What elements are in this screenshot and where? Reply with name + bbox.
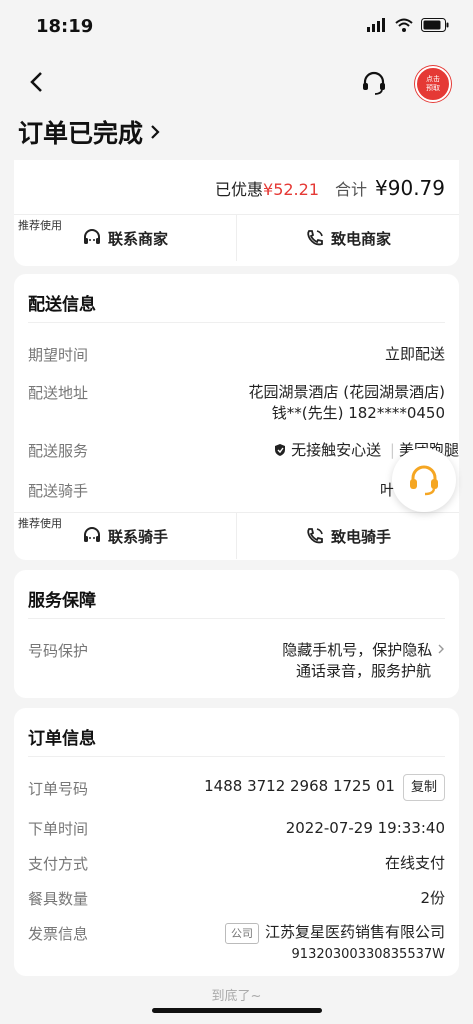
headset-icon	[410, 465, 438, 496]
phone-icon	[307, 528, 323, 544]
pay-method-value: 在线支付	[384, 854, 445, 872]
signal-icon	[367, 18, 385, 32]
chevron-right-icon	[438, 644, 444, 654]
number-protect-label: 号码保护	[28, 642, 89, 660]
address-line2: 钱**(先生) 182****0450	[271, 404, 445, 422]
service-label: 配送服务	[28, 442, 89, 460]
address-label: 配送地址	[28, 384, 89, 402]
address-value: 花园湖景酒店 (花园湖景酒店) 钱**(先生) 182****0450	[249, 382, 445, 424]
promo-badge-button[interactable]: 点击 预取	[415, 66, 451, 102]
invoice-tag: 公司	[224, 923, 259, 944]
call-rider-label: 致电骑手	[330, 527, 391, 546]
phone-icon	[307, 230, 323, 246]
protect-line1: 隐藏手机号，保护隐私	[282, 641, 433, 659]
address-line1: 花园湖景酒店 (花园湖景酒店)	[248, 383, 445, 401]
order-title: 订单信息	[28, 729, 96, 749]
order-no-value-group: 1488 3712 2968 1725 01 复制	[204, 774, 445, 801]
floating-support-button[interactable]	[392, 448, 456, 512]
chevron-right-icon	[151, 125, 160, 139]
guarantee-card: 服务保障 号码保护 隐藏手机号，保护隐私 通话录音，服务护航	[14, 570, 459, 698]
total-label: 合计	[335, 180, 368, 199]
battery-icon	[421, 18, 449, 32]
order-no-value: 1488 3712 2968 1725 01	[204, 777, 395, 795]
discount-label: 已优惠	[215, 180, 264, 199]
number-protect-value: 隐藏手机号，保护隐私 通话录音，服务护航	[282, 640, 445, 682]
protect-line2: 通话录音，服务护航	[295, 662, 431, 680]
back-arrow-icon[interactable]	[24, 68, 52, 96]
badge-line2: 预取	[426, 84, 440, 92]
delivery-card: 配送信息 期望时间 立即配送 配送地址 花园湖景酒店 (花园湖景酒店) 钱**(…	[14, 274, 459, 560]
contact-rider-label: 联系骑手	[107, 527, 168, 546]
call-rider-button[interactable]: 致电骑手	[236, 513, 459, 559]
chat-headset-icon	[83, 229, 100, 244]
contact-merchant-label: 联系商家	[107, 229, 168, 248]
home-indicator[interactable]	[152, 1008, 322, 1013]
rider-label: 配送骑手	[28, 482, 89, 500]
shield-icon	[275, 444, 286, 456]
invoice-company: 江苏复星医药销售有限公司	[264, 923, 445, 941]
status-time: 18:19	[36, 16, 94, 37]
divider	[28, 322, 445, 323]
discount-value: ¥52.21	[263, 180, 319, 199]
call-merchant-button[interactable]: 致电商家	[236, 215, 459, 261]
delivery-title: 配送信息	[28, 295, 96, 315]
invoice-label: 发票信息	[28, 925, 89, 943]
headset-icon[interactable]	[361, 70, 387, 96]
expected-time-label: 期望时间	[28, 346, 89, 364]
order-card: 订单信息 订单号码 1488 3712 2968 1725 01 复制 下单时间 …	[14, 708, 459, 976]
badge-line1: 点击	[426, 75, 440, 83]
call-merchant-label: 致电商家	[330, 229, 391, 248]
order-time-label: 下单时间	[28, 820, 89, 838]
status-icons	[367, 18, 449, 32]
merchant-action-bar: 推荐使用 联系商家 致电商家	[14, 214, 459, 261]
payment-summary: 已优惠 ¥52.21 合计 ¥90.79	[215, 176, 445, 200]
utensil-value: 2份	[420, 889, 445, 907]
payment-card: 已优惠 ¥52.21 合计 ¥90.79 推荐使用 联系商家 致电商家	[14, 160, 459, 266]
copy-button[interactable]: 复制	[402, 774, 445, 801]
divider	[28, 756, 445, 757]
chat-headset-icon	[83, 527, 100, 542]
utensil-label: 餐具数量	[28, 890, 89, 908]
invoice-tax-no: 91320300330835537W	[291, 947, 445, 962]
status-bar: 18:19	[0, 0, 473, 56]
service-text: 无接触安心送	[291, 441, 382, 459]
rider-action-bar: 推荐使用 联系骑手 致电骑手	[14, 512, 459, 559]
pay-method-label: 支付方式	[28, 855, 89, 873]
wifi-icon	[395, 18, 413, 32]
divider	[28, 618, 445, 619]
order-no-label: 订单号码	[28, 780, 89, 798]
nav-bar: 点击 预取	[0, 60, 473, 106]
order-time-value: 2022-07-29 19:33:40	[285, 819, 445, 837]
page-title-text: 订单已完成	[18, 119, 144, 148]
total-value: ¥90.79	[375, 176, 445, 200]
contact-rider-button[interactable]: 联系骑手	[14, 513, 236, 559]
page-title[interactable]: 订单已完成	[18, 114, 161, 150]
expected-time-value: 立即配送	[384, 345, 445, 363]
guarantee-title: 服务保障	[28, 591, 96, 611]
contact-merchant-button[interactable]: 联系商家	[14, 215, 236, 261]
end-of-list-text: 到底了~	[211, 989, 262, 1004]
invoice-value: 公司 江苏复星医药销售有限公司 91320300330835537W	[224, 923, 445, 964]
